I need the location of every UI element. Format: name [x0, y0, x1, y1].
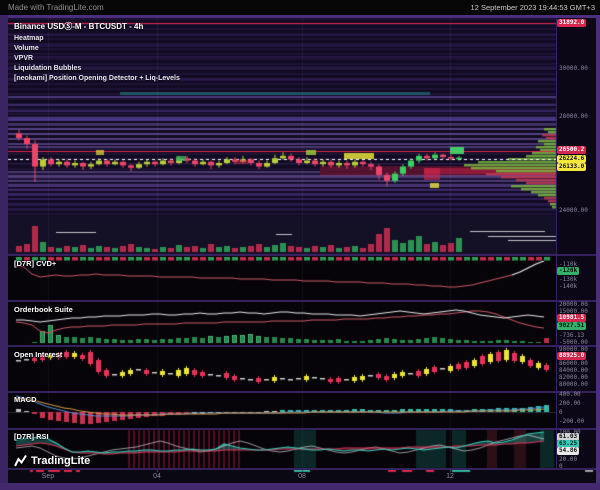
- chart-legend: Binance USDⓈ-M - BTCUSDT - 4h Heatmap Vo…: [14, 21, 180, 82]
- axis-tick: 82000.00: [559, 374, 588, 381]
- frame-border-bottom: [0, 483, 600, 490]
- price-pill: 54.86: [557, 447, 579, 455]
- axis-tick: 20000.00: [559, 301, 588, 308]
- panel-resize-divider[interactable]: [8, 428, 598, 430]
- price-pill: -120k: [557, 267, 579, 275]
- frame-border-right: [596, 15, 600, 490]
- panel-resize-divider[interactable]: [8, 254, 598, 256]
- tradinglite-logo-text: TradingLite: [31, 455, 90, 467]
- price-pill: 9027.51: [557, 322, 586, 330]
- price-pill: 31892.0: [557, 19, 586, 27]
- axis-tick: 400.00: [559, 391, 581, 398]
- frame-border-top: [0, 15, 600, 18]
- tradinglite-logo: TradingLite: [14, 454, 90, 467]
- price-pill: 26224.6: [557, 155, 586, 163]
- macd-label[interactable]: MACD: [14, 395, 37, 404]
- time-label: 12: [446, 473, 454, 480]
- panel-resize-divider[interactable]: [8, 391, 598, 393]
- time-label: 08: [298, 473, 306, 480]
- price-pill: 10981.5: [557, 314, 586, 322]
- time-label: Sep: [42, 473, 54, 480]
- axis-tick: 84000.00: [559, 367, 588, 374]
- axis-tick: 200.00: [559, 400, 581, 407]
- axis-tick: -736.13: [559, 332, 584, 339]
- panel-resize-divider[interactable]: [8, 345, 598, 347]
- top-bar: Made with TradingLite.com 12 September 2…: [0, 0, 600, 15]
- price-pill: 26500.2: [557, 146, 586, 154]
- clock-label: 12 September 2023 19:44:53 GMT+3: [471, 3, 595, 12]
- legend-item-liquidation-bubbles[interactable]: Liquidation Bubbles: [14, 65, 180, 72]
- tradinglite-app: Made with TradingLite.com 12 September 2…: [0, 0, 600, 490]
- axis-tick: 80000.00: [559, 381, 588, 388]
- panel-resize-divider[interactable]: [8, 300, 598, 302]
- axis-separator: [556, 18, 557, 470]
- axis-tick: -140k: [559, 283, 577, 290]
- axis-tick: 30000.00: [559, 65, 588, 72]
- tradinglite-logo-icon: [14, 454, 27, 467]
- made-with-label: Made with TradingLite.com: [8, 3, 104, 12]
- axis-tick: 28000.00: [559, 113, 588, 120]
- axis-tick: -130k: [559, 276, 577, 283]
- panel-resize-divider[interactable]: [8, 468, 598, 470]
- axis-tick: 20.00: [559, 456, 577, 463]
- legend-item-heatmap[interactable]: Heatmap: [14, 35, 180, 42]
- axis-tick: -200.00: [559, 418, 584, 425]
- orderbook-label[interactable]: Orderbook Suite: [14, 305, 73, 314]
- open-interest-label[interactable]: Open Interest: [14, 350, 62, 359]
- axis-tick: 24000.00: [559, 207, 588, 214]
- rsi-label[interactable]: [D7R] RSI: [14, 432, 49, 441]
- time-label: 04: [153, 473, 161, 480]
- price-pill: 26133.0: [557, 163, 586, 171]
- legend-item-position-detector[interactable]: [neokami] Position Opening Detector + Li…: [14, 75, 180, 82]
- axis-tick: 86000.00: [559, 360, 588, 367]
- legend-item-volume[interactable]: Volume: [14, 45, 180, 52]
- axis-tick: 0: [559, 463, 563, 470]
- price-pill: 88925.0: [557, 352, 586, 360]
- frame-border-left: [0, 15, 8, 490]
- axis-tick: -5000.00: [559, 339, 588, 346]
- symbol-title[interactable]: Binance USDⓈ-M - BTCUSDT - 4h: [14, 21, 180, 32]
- legend-item-vpvr[interactable]: VPVR: [14, 55, 180, 62]
- axis-tick: 0: [559, 409, 563, 416]
- cvd-label[interactable]: [D7R] CVD+: [14, 259, 56, 268]
